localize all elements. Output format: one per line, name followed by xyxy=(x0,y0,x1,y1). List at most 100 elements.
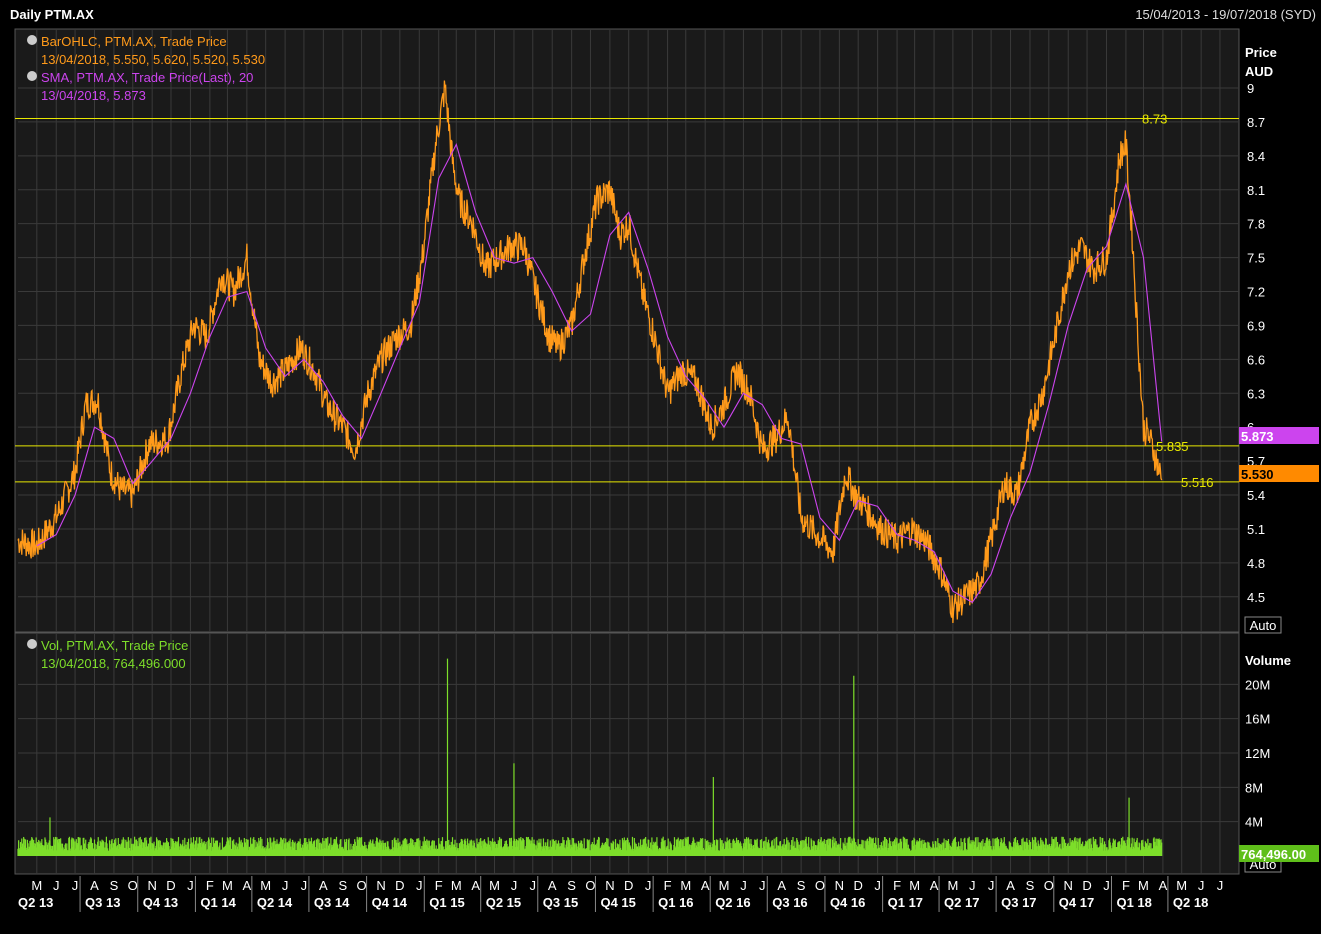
price-tick-label: 6.3 xyxy=(1247,386,1265,401)
quarter-label: Q1 15 xyxy=(429,895,464,910)
month-label: F xyxy=(1122,878,1130,893)
month-label: D xyxy=(624,878,633,893)
month-label: J xyxy=(511,878,518,893)
price-legend-line2: 13/04/2018, 5.550, 5.620, 5.520, 5.530 xyxy=(41,52,265,67)
month-label: M xyxy=(489,878,500,893)
month-label: F xyxy=(664,878,672,893)
volume-tick-label: 4M xyxy=(1245,815,1263,830)
volume-axis-title: Volume xyxy=(1245,653,1291,668)
month-label: M xyxy=(260,878,271,893)
quarter-label: Q2 13 xyxy=(18,895,53,910)
month-label: D xyxy=(1082,878,1091,893)
month-label: O xyxy=(128,878,138,893)
month-label: A xyxy=(930,878,939,893)
month-label: J xyxy=(301,878,308,893)
quarter-label: Q3 14 xyxy=(314,895,350,910)
month-label: A xyxy=(777,878,786,893)
month-label: D xyxy=(166,878,175,893)
clock-icon xyxy=(27,639,37,649)
month-label: O xyxy=(1044,878,1054,893)
price-tick-label: 7.8 xyxy=(1247,217,1265,232)
month-label: N xyxy=(1064,878,1073,893)
month-label: O xyxy=(815,878,825,893)
price-tick-label: 8.7 xyxy=(1247,115,1265,130)
month-label: A xyxy=(1006,878,1015,893)
clock-icon xyxy=(27,35,37,45)
quarter-label: Q1 18 xyxy=(1116,895,1151,910)
month-label: S xyxy=(338,878,347,893)
window-title: Daily PTM.AX xyxy=(10,7,94,22)
month-label: A xyxy=(1159,878,1168,893)
month-label: J xyxy=(282,878,289,893)
month-label: A xyxy=(548,878,557,893)
month-label: J xyxy=(1103,878,1110,893)
month-label: J xyxy=(969,878,976,893)
sma-legend-line1: SMA, PTM.AX, Trade Price(Last), 20 xyxy=(41,70,253,85)
volume-last-label: 764,496.00 xyxy=(1241,847,1306,862)
month-label: M xyxy=(947,878,958,893)
horizontal-line-label: 5.835 xyxy=(1156,439,1189,454)
month-label: D xyxy=(853,878,862,893)
month-label: A xyxy=(319,878,328,893)
sma-legend-line2: 13/04/2018, 5.873 xyxy=(41,88,146,103)
month-label: N xyxy=(147,878,156,893)
volume-legend-line1: Vol, PTM.AX, Trade Price xyxy=(41,638,188,653)
month-label: S xyxy=(567,878,576,893)
month-label: S xyxy=(110,878,119,893)
quarter-label: Q2 18 xyxy=(1173,895,1208,910)
month-label: M xyxy=(222,878,233,893)
month-label: F xyxy=(206,878,214,893)
month-label: N xyxy=(605,878,614,893)
quarter-label: Q4 15 xyxy=(600,895,635,910)
price-tick-label: 6.6 xyxy=(1247,352,1265,367)
price-auto-label: Auto xyxy=(1250,618,1277,633)
quarter-label: Q4 14 xyxy=(372,895,408,910)
price-tick-label: 4.8 xyxy=(1247,556,1265,571)
price-tick-label: 9 xyxy=(1247,81,1254,96)
month-label: A xyxy=(90,878,99,893)
volume-tick-label: 8M xyxy=(1245,780,1263,795)
price-tick-label: 8.1 xyxy=(1247,183,1265,198)
month-label: M xyxy=(1138,878,1149,893)
month-label: J xyxy=(645,878,652,893)
sma-last-label: 5.873 xyxy=(1241,429,1274,444)
price-tick-label: 6.9 xyxy=(1247,318,1265,333)
month-label: O xyxy=(357,878,367,893)
month-label: N xyxy=(835,878,844,893)
clock-icon xyxy=(27,71,37,81)
quarter-label: Q3 13 xyxy=(85,895,120,910)
month-label: D xyxy=(395,878,404,893)
month-label: J xyxy=(187,878,194,893)
x-axis-months[interactable]: MJJASONDJFMAMJJASONDJFMAMJJASONDJFMAMJJA… xyxy=(31,878,1223,893)
month-label: M xyxy=(680,878,691,893)
month-label: J xyxy=(874,878,881,893)
month-label: M xyxy=(31,878,42,893)
month-label: M xyxy=(1176,878,1187,893)
quarter-label: Q1 16 xyxy=(658,895,693,910)
quarter-label: Q4 13 xyxy=(143,895,178,910)
quarter-label: Q4 17 xyxy=(1059,895,1094,910)
month-label: J xyxy=(72,878,79,893)
month-label: M xyxy=(719,878,730,893)
volume-legend-line2: 13/04/2018, 764,496.000 xyxy=(41,656,186,671)
quarter-label: Q2 16 xyxy=(715,895,750,910)
quarter-label: Q3 16 xyxy=(772,895,807,910)
month-label: S xyxy=(797,878,806,893)
price-last-label: 5.530 xyxy=(1241,467,1274,482)
quarter-label: Q2 14 xyxy=(257,895,293,910)
date-range[interactable]: 15/04/2013 - 19/07/2018 (SYD) xyxy=(1135,7,1316,22)
month-label: J xyxy=(53,878,60,893)
volume-tick-label: 12M xyxy=(1245,746,1270,761)
month-label: O xyxy=(585,878,595,893)
horizontal-line-label: 5.516 xyxy=(1181,475,1214,490)
price-tick-label: 4.5 xyxy=(1247,590,1265,605)
quarter-label: Q3 17 xyxy=(1001,895,1036,910)
month-label: A xyxy=(701,878,710,893)
quarter-label: Q1 17 xyxy=(888,895,923,910)
price-tick-label: 7.5 xyxy=(1247,251,1265,266)
month-label: A xyxy=(243,878,252,893)
horizontal-line-label: 8.73 xyxy=(1142,112,1167,127)
price-tick-label: 5.4 xyxy=(1247,488,1265,503)
quarter-label: Q2 17 xyxy=(944,895,979,910)
price-legend-line1: BarOHLC, PTM.AX, Trade Price xyxy=(41,34,227,49)
